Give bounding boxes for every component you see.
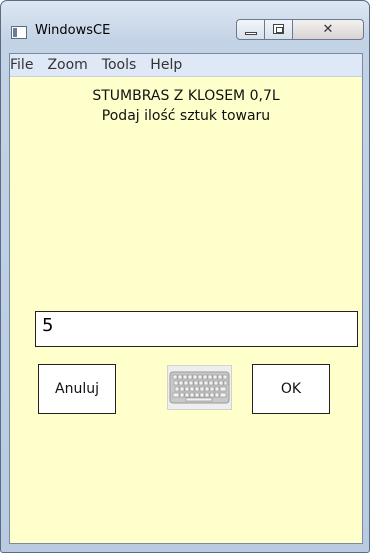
client-area: File Zoom Tools Help STUMBRAS Z KLOSEM 0… <box>9 53 363 544</box>
window-title: WindowsCE <box>35 23 111 38</box>
menu-bar: File Zoom Tools Help <box>10 54 362 77</box>
close-button[interactable]: ✕ <box>293 19 364 40</box>
menu-help[interactable]: Help <box>143 57 189 73</box>
menu-file[interactable]: File <box>10 57 40 73</box>
cancel-button[interactable]: Anuluj <box>38 364 116 414</box>
keyboard-button[interactable] <box>167 365 232 410</box>
minimize-icon <box>245 32 257 35</box>
ok-button[interactable]: OK <box>252 364 330 414</box>
maximize-icon <box>273 24 284 34</box>
application-icon <box>11 26 27 39</box>
menu-zoom[interactable]: Zoom <box>40 57 94 73</box>
minimize-button[interactable] <box>236 19 265 40</box>
menu-tools[interactable]: Tools <box>95 57 144 73</box>
keyboard-icon <box>169 371 230 404</box>
maximize-button[interactable] <box>265 19 293 40</box>
app-window: WindowsCE ✕ File Zoom Tools Help STUMBRA… <box>0 0 370 553</box>
close-icon: ✕ <box>322 22 334 37</box>
quantity-prompt: Podaj ilość sztuk towaru <box>101 108 271 124</box>
caption-buttons: ✕ <box>236 19 364 40</box>
title-bar[interactable]: WindowsCE ✕ <box>1 1 369 47</box>
quantity-input[interactable]: 5 <box>35 311 358 347</box>
product-name: STUMBRAS Z KLOSEM 0,7L <box>92 88 280 104</box>
